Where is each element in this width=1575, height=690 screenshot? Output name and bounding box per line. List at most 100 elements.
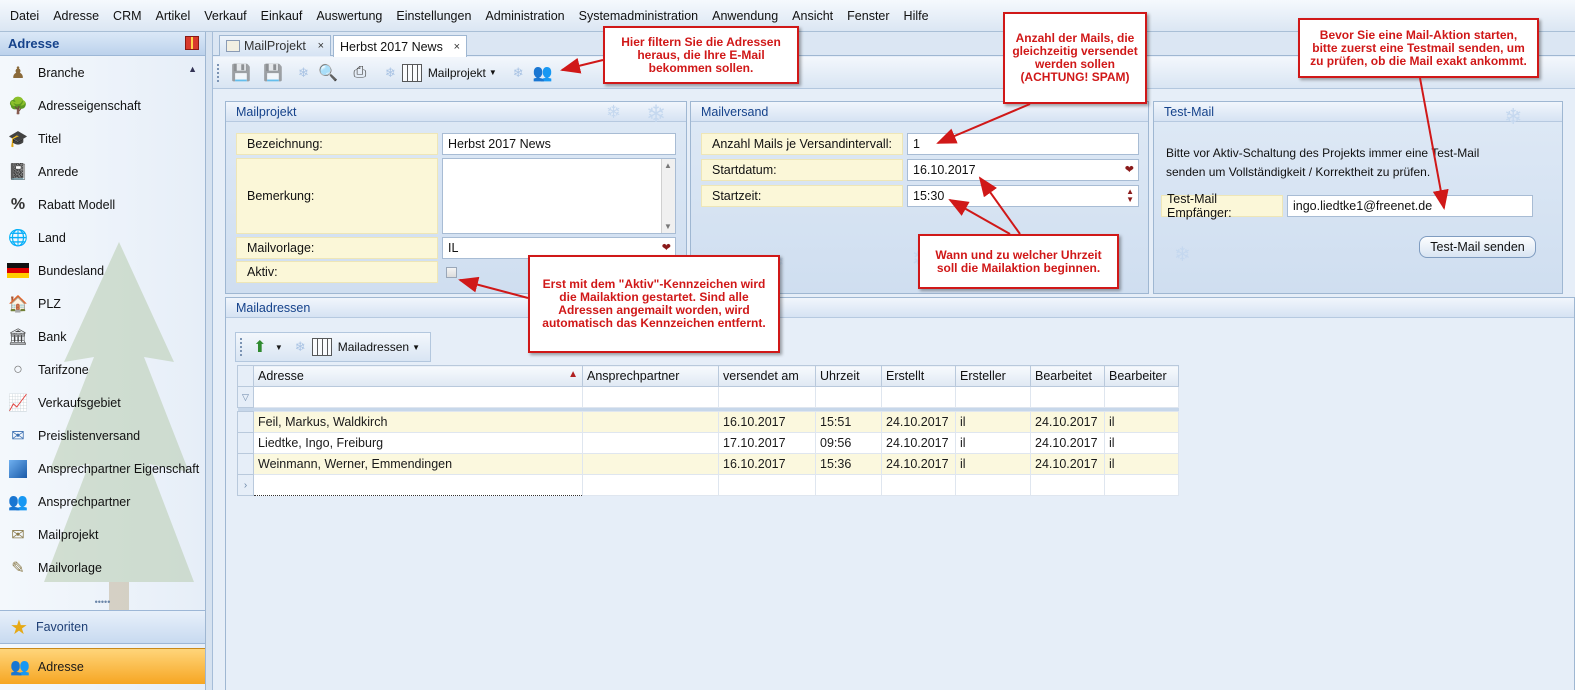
- sidebar-item-bundesland[interactable]: Bundesland: [0, 254, 205, 287]
- col-bearbeiter[interactable]: Bearbeiter: [1104, 365, 1179, 387]
- table-row[interactable]: Weinmann, Werner, Emmendingen 16.10.2017…: [237, 453, 1179, 475]
- bemerkung-textarea[interactable]: ▲ ▼: [442, 158, 676, 234]
- new-row-cell[interactable]: [718, 474, 816, 496]
- col-adresse[interactable]: Adresse ▲: [253, 365, 583, 387]
- filter-cell[interactable]: [881, 386, 956, 408]
- cell-erstellt[interactable]: 24.10.2017: [881, 453, 956, 475]
- cell-ansprechpartner[interactable]: [582, 411, 719, 433]
- anzahl-field[interactable]: 1: [907, 133, 1139, 155]
- table-row[interactable]: Feil, Markus, Waldkirch 16.10.2017 15:51…: [237, 411, 1179, 433]
- import-icon[interactable]: ⬆: [251, 335, 269, 359]
- col-ansprechpartner[interactable]: Ansprechpartner: [582, 365, 719, 387]
- cell-uhrzeit[interactable]: 09:56: [815, 432, 882, 454]
- cell-ansprechpartner[interactable]: [582, 432, 719, 454]
- new-row[interactable]: ›: [237, 474, 1179, 496]
- table-row[interactable]: Liedtke, Ingo, Freiburg 17.10.2017 09:56…: [237, 432, 1179, 454]
- sidebar-item-anrede[interactable]: 📓 Anrede: [0, 155, 205, 188]
- sidebar-item-titel[interactable]: 🎓 Titel: [0, 122, 205, 155]
- menu-hilfe[interactable]: Hilfe: [897, 0, 936, 32]
- sidebar-item-adresseigenschaft[interactable]: 🌳 Adresseigenschaft: [0, 89, 205, 122]
- print-icon[interactable]: ⎙: [347, 61, 373, 85]
- row-selector[interactable]: [237, 432, 254, 454]
- col-bearbeitet[interactable]: Bearbeitet: [1030, 365, 1105, 387]
- new-row-cell[interactable]: [881, 474, 956, 496]
- menu-einkauf[interactable]: Einkauf: [254, 0, 310, 32]
- gift-icon[interactable]: [185, 36, 199, 50]
- empfaenger-field[interactable]: ingo.liedtke1@freenet.de: [1287, 195, 1533, 217]
- menu-datei[interactable]: Datei: [3, 0, 46, 32]
- filter-row[interactable]: ▽: [237, 386, 1179, 408]
- sidebar-item-mailprojekt[interactable]: ✉ Mailprojekt: [0, 518, 205, 551]
- col-erstellt[interactable]: Erstellt: [881, 365, 956, 387]
- address-filter-icon[interactable]: 👥: [530, 61, 556, 85]
- tab-mailprojekt[interactable]: MailProjekt ×: [219, 35, 331, 56]
- save-close-icon[interactable]: 💾: [260, 61, 286, 85]
- save-icon[interactable]: 💾: [228, 61, 254, 85]
- cell-uhrzeit[interactable]: 15:36: [815, 453, 882, 475]
- cell-bearbeitet[interactable]: 24.10.2017: [1030, 453, 1105, 475]
- new-row-cell[interactable]: [1104, 474, 1179, 496]
- sidebar-favorites[interactable]: ★ Favoriten: [0, 610, 205, 644]
- menu-crm[interactable]: CRM: [106, 0, 148, 32]
- sidebar-item-verkaufsgebiet[interactable]: 📈 Verkaufsgebiet: [0, 386, 205, 419]
- close-icon[interactable]: ×: [454, 41, 460, 53]
- cell-ansprechpartner[interactable]: [582, 453, 719, 475]
- menu-adresse[interactable]: Adresse: [46, 0, 106, 32]
- cell-versendet-am[interactable]: 16.10.2017: [718, 411, 816, 433]
- sidebar-item-ansprechpartner-eigenschaft[interactable]: Ansprechpartner Eigenschaft: [0, 452, 205, 485]
- aktiv-checkbox[interactable]: [446, 266, 457, 278]
- cell-bearbeiter[interactable]: il: [1104, 453, 1179, 475]
- sidebar-item-bank[interactable]: 🏛 Bank: [0, 320, 205, 353]
- new-row-cell[interactable]: [1030, 474, 1105, 496]
- new-row-cell[interactable]: [815, 474, 882, 496]
- row-selector[interactable]: [237, 411, 254, 433]
- filter-cell[interactable]: [955, 386, 1031, 408]
- cell-adresse[interactable]: Weinmann, Werner, Emmendingen: [253, 453, 583, 475]
- cell-erstellt[interactable]: 24.10.2017: [881, 411, 956, 433]
- filter-cell[interactable]: [718, 386, 816, 408]
- scrollbar[interactable]: ▲ ▼: [661, 159, 675, 233]
- chevron-down-icon[interactable]: ▼: [275, 343, 283, 352]
- close-icon[interactable]: ×: [318, 40, 324, 52]
- bezeichnung-field[interactable]: Herbst 2017 News: [442, 133, 676, 155]
- col-ersteller[interactable]: Ersteller: [955, 365, 1031, 387]
- sidebar-item-branche[interactable]: ♟ Branche: [0, 56, 205, 89]
- cell-versendet-am[interactable]: 16.10.2017: [718, 453, 816, 475]
- menu-einstellungen[interactable]: Einstellungen: [389, 0, 478, 32]
- menu-fenster[interactable]: Fenster: [840, 0, 896, 32]
- menu-auswertung[interactable]: Auswertung: [309, 0, 389, 32]
- col-versendet-am[interactable]: versendet am: [718, 365, 816, 387]
- new-row-cell[interactable]: [955, 474, 1031, 496]
- cell-bearbeiter[interactable]: il: [1104, 411, 1179, 433]
- cell-ersteller[interactable]: il: [955, 453, 1031, 475]
- startzeit-field[interactable]: 15:30 ▲ ▼: [907, 185, 1139, 207]
- new-row-cell[interactable]: [253, 474, 583, 496]
- new-row-cell[interactable]: [582, 474, 719, 496]
- print-preview-icon[interactable]: 🔍: [315, 61, 341, 85]
- cell-ersteller[interactable]: il: [955, 432, 1031, 454]
- sidebar-adresse-active[interactable]: 👥 Adresse: [0, 648, 205, 684]
- sidebar-item-mailvorlage[interactable]: ✎ Mailvorlage: [0, 551, 205, 584]
- sidebar-item-ansprechpartner[interactable]: 👥 Ansprechpartner: [0, 485, 205, 518]
- sidebar-item-tarifzone[interactable]: ○ Tarifzone: [0, 353, 205, 386]
- calendar-dropdown-icon[interactable]: ❤: [1125, 163, 1134, 176]
- sidebar-splitter[interactable]: [206, 32, 213, 690]
- cell-uhrzeit[interactable]: 15:51: [815, 411, 882, 433]
- cell-adresse[interactable]: Liedtke, Ingo, Freiburg: [253, 432, 583, 454]
- test-mail-send-button[interactable]: Test-Mail senden: [1419, 236, 1536, 258]
- mailprojekt-dropdown[interactable]: Mailprojekt ▼: [401, 63, 497, 82]
- sidebar-item-rabatt-modell[interactable]: % Rabatt Modell: [0, 188, 205, 221]
- mailadressen-dropdown[interactable]: Mailadressen ▼: [311, 338, 420, 356]
- spinner-icon[interactable]: ▲ ▼: [1126, 188, 1134, 204]
- filter-cell[interactable]: [815, 386, 882, 408]
- filter-cell[interactable]: [1030, 386, 1105, 408]
- col-uhrzeit[interactable]: Uhrzeit: [815, 365, 882, 387]
- menu-administration[interactable]: Administration: [478, 0, 571, 32]
- cell-bearbeiter[interactable]: il: [1104, 432, 1179, 454]
- dropdown-icon[interactable]: ❤: [662, 241, 671, 254]
- filter-cell[interactable]: [1104, 386, 1179, 408]
- filter-cell[interactable]: [253, 386, 583, 408]
- cell-bearbeitet[interactable]: 24.10.2017: [1030, 411, 1105, 433]
- cell-adresse[interactable]: Feil, Markus, Waldkirch: [253, 411, 583, 433]
- row-selector[interactable]: [237, 453, 254, 475]
